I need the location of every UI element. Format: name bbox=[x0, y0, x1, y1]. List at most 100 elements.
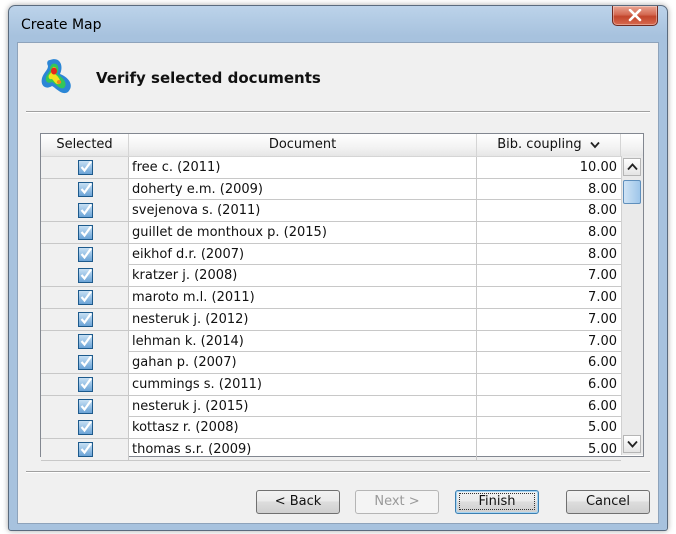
window-title: Create Map bbox=[21, 17, 102, 33]
table-row[interactable]: gahan p. (2007) 6.00 bbox=[41, 352, 621, 374]
document-cell: maroto m.l. (2011) bbox=[129, 287, 477, 309]
finish-button[interactable]: Finish bbox=[455, 490, 539, 514]
selected-checkbox[interactable] bbox=[78, 355, 93, 371]
selected-checkbox[interactable] bbox=[78, 203, 93, 219]
document-cell: kratzer j. (2008) bbox=[129, 265, 477, 287]
table-row[interactable]: cummings s. (2011) 6.00 bbox=[41, 373, 621, 396]
back-button[interactable]: < Back bbox=[256, 490, 340, 514]
document-cell: svejenova s. (2011) bbox=[129, 200, 477, 222]
bib-coupling-cell: 7.00 bbox=[588, 333, 617, 349]
selected-checkbox[interactable] bbox=[78, 225, 93, 241]
selected-cell bbox=[41, 265, 129, 287]
bib-coupling-cell: 7.00 bbox=[588, 311, 617, 327]
selected-checkbox[interactable] bbox=[78, 398, 93, 414]
selected-cell bbox=[41, 308, 129, 330]
table-row[interactable]: thomas s.r. (2009) 5.00 bbox=[41, 438, 621, 461]
table-row[interactable]: nesteruk j. (2012) 7.00 bbox=[41, 308, 621, 331]
document-cell: lehman k. (2014) bbox=[129, 330, 477, 352]
close-button[interactable] bbox=[612, 6, 658, 26]
map-cluster-icon bbox=[41, 59, 71, 94]
checkmark-icon bbox=[80, 421, 92, 433]
selected-checkbox[interactable] bbox=[78, 246, 93, 262]
selected-cell bbox=[41, 395, 129, 417]
selected-cell bbox=[41, 157, 129, 178]
chevron-up-icon bbox=[627, 163, 638, 171]
selected-checkbox[interactable] bbox=[78, 441, 93, 457]
table-row[interactable]: nesteruk j. (2015) 6.00 bbox=[41, 395, 621, 418]
chevron-down-icon bbox=[627, 440, 638, 448]
finish-button-label: Finish bbox=[459, 493, 535, 510]
selected-cell bbox=[41, 352, 129, 374]
column-header-bib-coupling[interactable]: Bib. coupling bbox=[477, 134, 621, 156]
selected-cell bbox=[41, 330, 129, 352]
selected-checkbox[interactable] bbox=[78, 420, 93, 436]
checkmark-icon bbox=[80, 291, 92, 303]
vertical-scrollbar[interactable] bbox=[621, 156, 643, 455]
bib-coupling-cell: 8.00 bbox=[588, 181, 617, 197]
checkmark-icon bbox=[80, 356, 92, 368]
table-row[interactable]: lehman k. (2014) 7.00 bbox=[41, 330, 621, 353]
document-cell: cummings s. (2011) bbox=[129, 373, 477, 395]
document-cell: eikhof d.r. (2007) bbox=[129, 243, 477, 265]
footer-divider bbox=[26, 471, 650, 473]
checkmark-icon bbox=[80, 399, 92, 411]
document-cell: thomas s.r. (2009) bbox=[129, 438, 477, 460]
table-row[interactable]: free c. (2011) 10.00 bbox=[41, 157, 621, 179]
selected-checkbox[interactable] bbox=[78, 376, 93, 392]
table-row[interactable]: eikhof d.r. (2007) 8.00 bbox=[41, 243, 621, 266]
selected-checkbox[interactable] bbox=[78, 311, 93, 327]
bib-coupling-cell: 7.00 bbox=[588, 290, 617, 306]
table-body: free c. (2011) 10.00 doherty e.m. (2009) 8.… bbox=[41, 157, 621, 461]
scroll-down-button[interactable] bbox=[623, 435, 641, 453]
column-header-document[interactable]: Document bbox=[129, 134, 477, 156]
bib-coupling-cell: 8.00 bbox=[588, 225, 617, 241]
document-cell: gahan p. (2007) bbox=[129, 352, 477, 374]
checkmark-icon bbox=[80, 182, 92, 194]
document-cell: free c. (2011) bbox=[129, 157, 477, 178]
selected-cell bbox=[41, 243, 129, 265]
table-row[interactable]: guillet de monthoux p. (2015) 8.00 bbox=[41, 222, 621, 244]
table-row[interactable]: svejenova s. (2011) 8.00 bbox=[41, 200, 621, 223]
next-button[interactable]: Next > bbox=[355, 490, 439, 514]
selected-cell bbox=[41, 373, 129, 395]
header-divider bbox=[26, 111, 650, 113]
checkmark-icon bbox=[80, 442, 92, 455]
document-cell: kottasz r. (2008) bbox=[129, 417, 477, 439]
wizard-header: Verify selected documents bbox=[18, 43, 658, 111]
column-header-selected[interactable]: Selected bbox=[41, 134, 129, 156]
checkmark-icon bbox=[80, 312, 92, 325]
selected-cell bbox=[41, 287, 129, 309]
bib-coupling-cell: 8.00 bbox=[588, 246, 617, 262]
selected-cell bbox=[41, 178, 129, 200]
selected-cell bbox=[41, 438, 129, 460]
chevron-down-icon bbox=[590, 141, 600, 148]
dialog-content: Verify selected documents Selected Docum… bbox=[17, 42, 659, 524]
checkmark-icon bbox=[80, 204, 92, 216]
selected-checkbox[interactable] bbox=[78, 160, 93, 175]
bib-coupling-cell: 5.00 bbox=[588, 420, 617, 436]
bib-coupling-cell: 6.00 bbox=[588, 355, 617, 371]
documents-table: Selected Document Bib. coupling free c. … bbox=[40, 133, 644, 461]
document-cell: doherty e.m. (2009) bbox=[129, 178, 477, 200]
title-bar[interactable]: Create Map bbox=[9, 6, 667, 40]
selected-checkbox[interactable] bbox=[78, 181, 93, 197]
scroll-thumb[interactable] bbox=[623, 180, 641, 204]
table-row[interactable]: doherty e.m. (2009) 8.00 bbox=[41, 178, 621, 201]
create-map-dialog: Create Map Verify selected documents Sel… bbox=[8, 5, 668, 531]
page-title: Verify selected documents bbox=[96, 69, 321, 87]
table-row[interactable]: kratzer j. (2008) 7.00 bbox=[41, 265, 621, 288]
selected-cell bbox=[41, 222, 129, 244]
table-row[interactable]: maroto m.l. (2011) 7.00 bbox=[41, 287, 621, 309]
selected-checkbox[interactable] bbox=[78, 290, 93, 306]
scroll-up-button[interactable] bbox=[623, 158, 641, 176]
bib-coupling-cell: 6.00 bbox=[588, 398, 617, 414]
checkmark-icon bbox=[80, 334, 92, 346]
cancel-button[interactable]: Cancel bbox=[566, 490, 650, 514]
selected-checkbox[interactable] bbox=[78, 268, 93, 284]
document-cell: guillet de monthoux p. (2015) bbox=[129, 222, 477, 244]
bib-coupling-cell: 8.00 bbox=[588, 203, 617, 219]
selected-cell bbox=[41, 417, 129, 439]
table-row[interactable]: kottasz r. (2008) 5.00 bbox=[41, 417, 621, 439]
selected-checkbox[interactable] bbox=[78, 333, 93, 349]
table-header: Selected Document Bib. coupling bbox=[41, 134, 643, 157]
